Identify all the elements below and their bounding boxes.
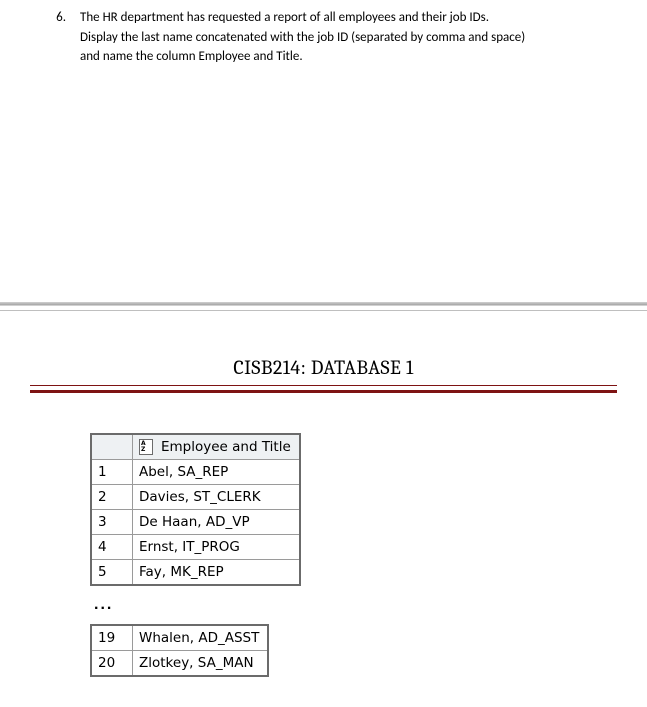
question-number: 6. bbox=[48, 8, 66, 67]
table-row: 5 Fay, MK_REP bbox=[91, 559, 300, 585]
cell-value: Zlotkey, SA_MAN bbox=[133, 650, 269, 676]
course-title: CISB214: DATABASE 1 bbox=[30, 356, 617, 379]
row-number: 4 bbox=[91, 534, 133, 559]
column-header-text: Employee and Title bbox=[161, 439, 291, 455]
row-number: 5 bbox=[91, 559, 133, 585]
table-row: 20 Zlotkey, SA_MAN bbox=[91, 650, 268, 676]
title-double-rule bbox=[30, 385, 617, 393]
question-block: 6. The HR department has requested a rep… bbox=[0, 0, 647, 67]
cell-value: Davies, ST_CLERK bbox=[133, 484, 300, 509]
column-header: AZ Employee and Title bbox=[133, 434, 300, 460]
cell-value: Whalen, AD_ASST bbox=[133, 625, 269, 651]
question-line: and name the column Employee and Title. bbox=[80, 47, 525, 67]
result-table-top: AZ Employee and Title 1 Abel, SA_REP 2 D… bbox=[90, 433, 301, 586]
question-text: The HR department has requested a report… bbox=[80, 8, 525, 67]
cell-value: Ernst, IT_PROG bbox=[133, 534, 300, 559]
table-row: 4 Ernst, IT_PROG bbox=[91, 534, 300, 559]
cell-value: Fay, MK_REP bbox=[133, 559, 300, 585]
table-header-row: AZ Employee and Title bbox=[91, 434, 300, 460]
cell-value: De Haan, AD_VP bbox=[133, 509, 300, 534]
row-number: 2 bbox=[91, 484, 133, 509]
sort-az-icon: AZ bbox=[139, 439, 153, 455]
table-row: 19 Whalen, AD_ASST bbox=[91, 625, 268, 651]
page-divider bbox=[0, 302, 647, 311]
cell-value: Abel, SA_REP bbox=[133, 459, 300, 484]
table-row: 1 Abel, SA_REP bbox=[91, 459, 300, 484]
question-line: The HR department has requested a report… bbox=[80, 8, 525, 28]
row-number: 20 bbox=[91, 650, 133, 676]
ellipsis: ... bbox=[94, 596, 617, 614]
question-line: Display the last name concatenated with … bbox=[80, 28, 525, 48]
table-row: 2 Davies, ST_CLERK bbox=[91, 484, 300, 509]
row-number: 3 bbox=[91, 509, 133, 534]
row-number: 1 bbox=[91, 459, 133, 484]
table-row: 3 De Haan, AD_VP bbox=[91, 509, 300, 534]
rownum-header bbox=[91, 434, 133, 460]
row-number: 19 bbox=[91, 625, 133, 651]
